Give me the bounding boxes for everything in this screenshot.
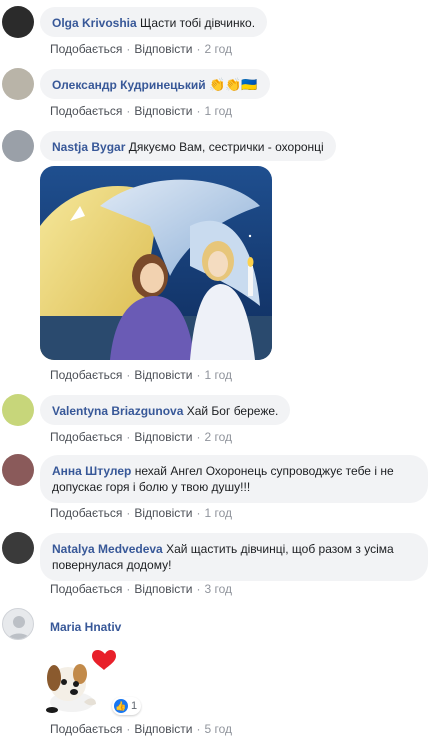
- comment-author[interactable]: Олександр Кудринецький: [52, 78, 206, 92]
- separator: ·: [196, 42, 201, 56]
- separator: ·: [196, 722, 201, 736]
- comment-actions: Подобається · Відповісти · 1 год: [50, 368, 232, 382]
- like-link[interactable]: Подобається: [50, 722, 122, 736]
- reply-link[interactable]: Відповісти: [134, 582, 192, 596]
- separator: ·: [196, 104, 201, 118]
- comment-text: 👏👏🇺🇦: [209, 77, 258, 92]
- separator: ·: [126, 42, 131, 56]
- comment-text: Щасти тобі дівчинко.: [140, 16, 256, 30]
- comment-actions: Подобається · Відповісти · 1 год: [50, 506, 232, 520]
- comment-text: Хай Бог береже.: [186, 404, 279, 418]
- like-link[interactable]: Подобається: [50, 430, 122, 444]
- reaction-count: 1: [131, 700, 138, 712]
- separator: ·: [196, 582, 201, 596]
- angels-illustration: [40, 166, 272, 360]
- comment-bubble: Анна Штулер нехай Ангел Охоронець супров…: [40, 455, 428, 503]
- separator: ·: [126, 722, 131, 736]
- timestamp[interactable]: 3 год: [204, 582, 232, 596]
- reply-link[interactable]: Відповісти: [134, 368, 192, 382]
- comment-bubble: Nastja Bygar Дякуємо Вам, сестрички - ох…: [40, 131, 336, 161]
- comment-actions: Подобається · Відповісти · 5 год: [50, 722, 232, 736]
- comment-actions: Подобається · Відповісти · 2 год: [50, 430, 232, 444]
- like-link[interactable]: Подобається: [50, 582, 122, 596]
- avatar[interactable]: [2, 6, 34, 38]
- comment-actions: Подобається · Відповісти · 3 год: [50, 582, 232, 596]
- reaction-badge[interactable]: 👍 1: [112, 697, 142, 715]
- avatar[interactable]: [2, 532, 34, 564]
- separator: ·: [196, 368, 201, 382]
- avatar[interactable]: [2, 454, 34, 486]
- like-link[interactable]: Подобається: [50, 368, 122, 382]
- comment-bubble: Natalya Medvedeva Хай щастить дівчинці, …: [40, 533, 428, 581]
- comment-author[interactable]: Olga Krivoshia: [52, 16, 137, 30]
- reply-link[interactable]: Відповісти: [134, 722, 192, 736]
- default-avatar-icon: [7, 616, 31, 639]
- timestamp[interactable]: 1 год: [204, 506, 232, 520]
- separator: ·: [196, 506, 201, 520]
- comment-bubble: Olga Krivoshia Щасти тобі дівчинко.: [40, 7, 268, 37]
- comment-bubble: Valentyna Briazgunova Хай Бог береже.: [40, 395, 291, 425]
- comment-bubble: Олександр Кудринецький 👏👏🇺🇦: [40, 69, 270, 99]
- comment-actions: Подобається · Відповісти · 2 год: [50, 42, 232, 56]
- avatar[interactable]: [2, 608, 34, 640]
- avatar[interactable]: [2, 68, 34, 100]
- like-link[interactable]: Подобається: [50, 42, 122, 56]
- comment-attached-image[interactable]: [40, 166, 272, 360]
- separator: ·: [126, 368, 131, 382]
- comment-author[interactable]: Nastja Bygar: [52, 140, 125, 154]
- reply-link[interactable]: Відповісти: [134, 506, 192, 520]
- separator: ·: [126, 506, 131, 520]
- like-link[interactable]: Подобається: [50, 506, 122, 520]
- avatar[interactable]: [2, 130, 34, 162]
- separator: ·: [196, 430, 201, 444]
- timestamp[interactable]: 2 год: [204, 430, 232, 444]
- comment-author[interactable]: Valentyna Briazgunova: [52, 404, 183, 418]
- avatar[interactable]: [2, 394, 34, 426]
- timestamp[interactable]: 5 год: [204, 722, 232, 736]
- reply-link[interactable]: Відповісти: [134, 42, 192, 56]
- reply-link[interactable]: Відповісти: [134, 104, 192, 118]
- dog-sticker-icon: [46, 650, 116, 713]
- comment-actions: Подобається · Відповісти · 1 год: [50, 104, 232, 118]
- timestamp[interactable]: 1 год: [204, 368, 232, 382]
- comment-text: Дякуємо Вам, сестрички - охоронці: [128, 140, 324, 154]
- separator: ·: [126, 582, 131, 596]
- reply-link[interactable]: Відповісти: [134, 430, 192, 444]
- comment-author[interactable]: Natalya Medvedeva: [52, 542, 163, 556]
- timestamp[interactable]: 1 год: [204, 104, 232, 118]
- comment-author[interactable]: Анна Штулер: [52, 464, 131, 478]
- separator: ·: [126, 430, 131, 444]
- like-reaction-icon: 👍: [114, 699, 128, 713]
- dog-heart-sticker[interactable]: [40, 644, 120, 718]
- comment-author[interactable]: Maria Hnativ: [50, 620, 121, 634]
- like-link[interactable]: Подобається: [50, 104, 122, 118]
- separator: ·: [126, 104, 131, 118]
- timestamp[interactable]: 2 год: [204, 42, 232, 56]
